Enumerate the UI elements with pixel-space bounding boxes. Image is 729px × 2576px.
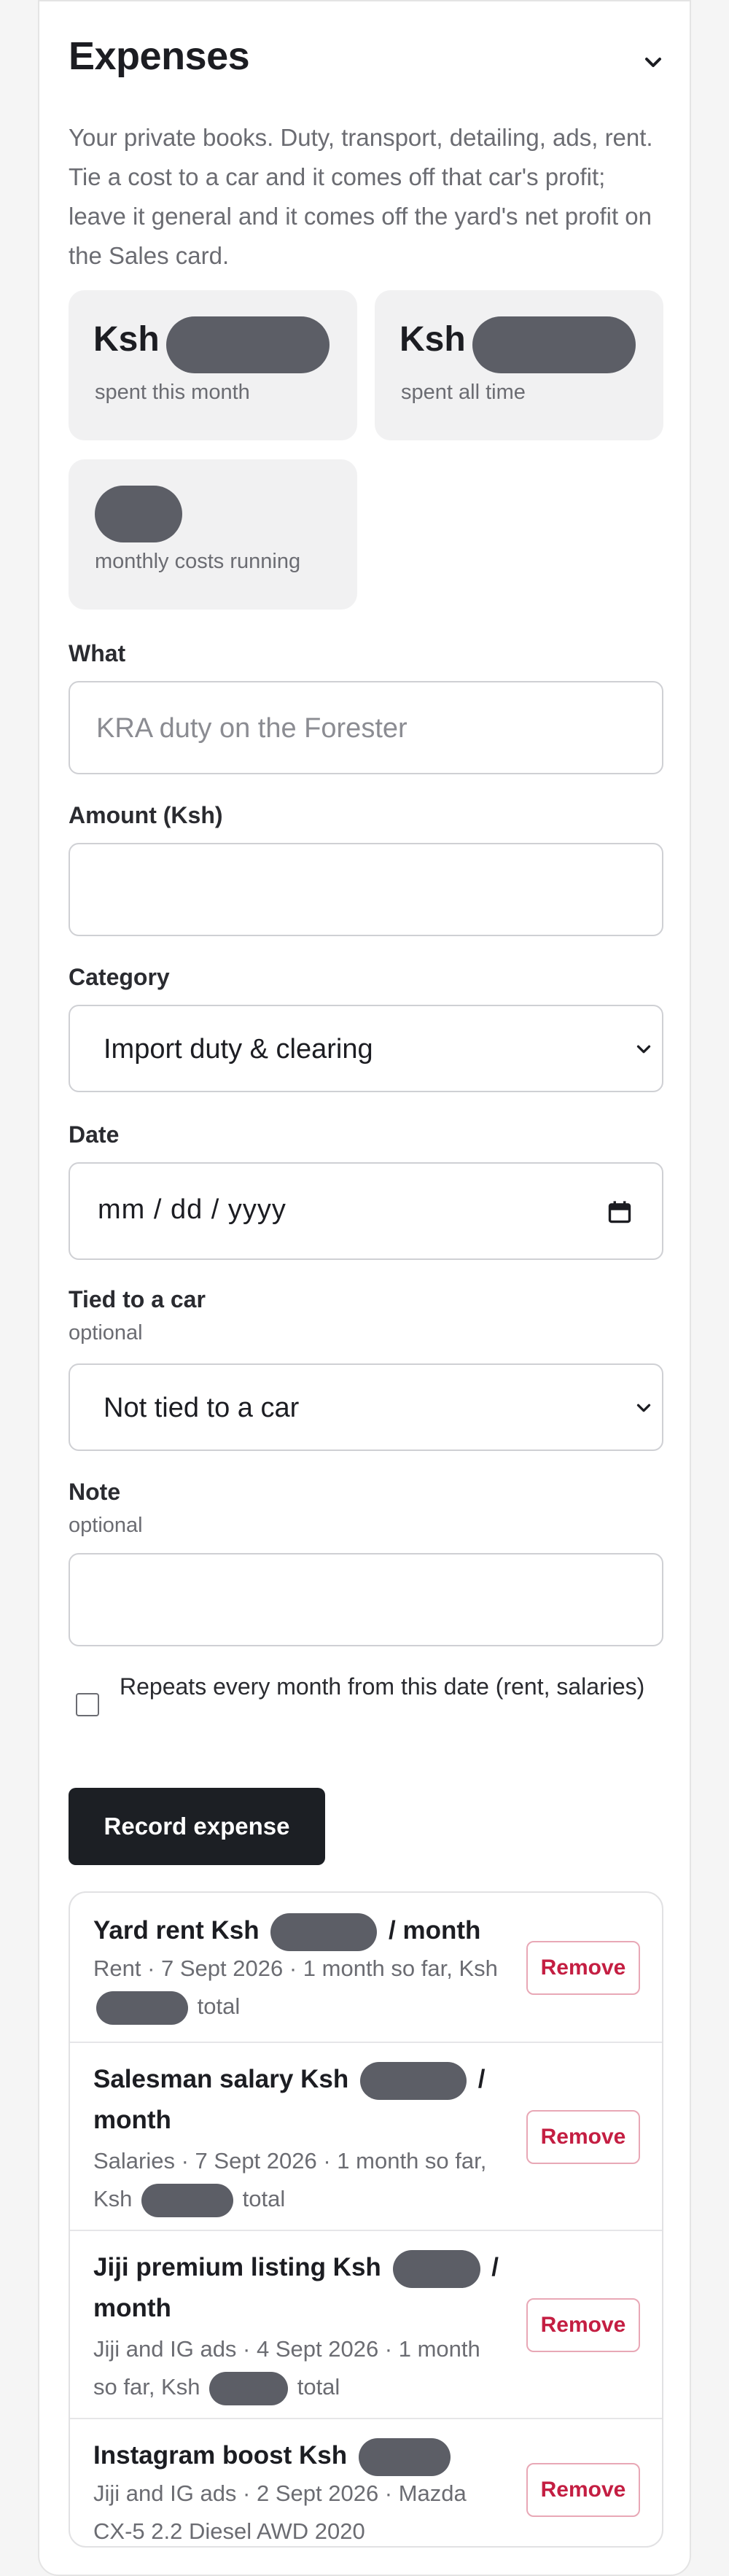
intro-text: Your private books. Duty, transport, det…	[69, 124, 653, 269]
stat-caption: spent this month	[95, 381, 250, 404]
remove-expense-button[interactable]: Remove	[526, 1941, 640, 1995]
redacted-amount	[270, 1912, 378, 1951]
remove-expense-button[interactable]: Remove	[526, 2110, 640, 2164]
stat-spent-this-month: Ksh spent this month	[69, 290, 357, 440]
redacted-amount	[359, 2061, 467, 2100]
what-placeholder: KRA duty on the Forester	[96, 713, 408, 744]
expense-meta: Jiji and IG ads · 4 Sept 2026 · 1 month …	[93, 2330, 502, 2406]
date-label: Date	[69, 1121, 120, 1148]
what-label: What	[69, 640, 126, 666]
card-title: Expenses	[69, 34, 250, 78]
stat-caption: spent all time	[401, 381, 526, 404]
car-label: Tied to a car	[69, 1286, 206, 1312]
expense-row: Instagram boost Ksh Jiji and IG ads · 2 …	[70, 2419, 662, 2546]
stat-monthly-costs-running: monthly costs running	[69, 459, 357, 610]
expense-row: Jiji premium listing Ksh / month Jiji an…	[70, 2231, 662, 2419]
category-selected-value: Import duty & clearing	[104, 1034, 373, 1065]
repeat-monthly-label[interactable]: Repeats every month from this date (rent…	[120, 1668, 659, 1705]
date-input[interactable]: mm / dd / yyyy	[69, 1162, 663, 1260]
car-optional-hint: optional	[69, 1321, 143, 1345]
expense-row: Salesman salary Ksh / month Salaries · 7…	[70, 2043, 662, 2231]
card-header[interactable]: Expenses	[69, 34, 666, 92]
redacted-amount	[358, 2437, 451, 2476]
redacted-count	[95, 486, 182, 542]
expense-title: Instagram boost Ksh	[93, 2435, 502, 2476]
stat-spent-all-time: Ksh spent all time	[375, 290, 663, 440]
chevron-down-icon[interactable]	[640, 50, 666, 76]
redacted-amount	[209, 2371, 289, 2405]
date-value: mm / dd / yyyy	[98, 1194, 286, 1225]
expense-title-prefix: Yard rent Ksh	[93, 1916, 260, 1945]
amount-input[interactable]	[69, 843, 663, 936]
note-input[interactable]	[69, 1553, 663, 1646]
expense-meta: Rent · 7 Sept 2026 · 1 month so far, Ksh…	[93, 1950, 502, 2026]
redacted-amount	[392, 2249, 480, 2288]
car-select[interactable]: Not tied to a car	[69, 1363, 663, 1451]
remove-expense-button[interactable]: Remove	[526, 2298, 640, 2352]
stat-currency: Ksh	[93, 320, 160, 359]
expense-meta-suffix: total	[242, 2186, 286, 2211]
redacted-amount	[141, 2183, 234, 2217]
expense-meta-prefix: Jiji and IG ads · 2 Sept 2026 · Mazda CX…	[93, 2480, 467, 2544]
amount-label: Amount (Ksh)	[69, 802, 223, 828]
redacted-amount	[472, 316, 636, 373]
expense-meta-suffix: total	[197, 1993, 241, 2019]
expense-title: Yard rent Ksh / month	[93, 1910, 502, 1951]
expense-row: Yard rent Ksh / month Rent · 7 Sept 2026…	[70, 1893, 662, 2043]
repeat-monthly-checkbox[interactable]	[76, 1693, 99, 1716]
expense-title-prefix: Instagram boost Ksh	[93, 2441, 348, 2470]
note-optional-hint: optional	[69, 1514, 143, 1537]
car-selected-value: Not tied to a car	[104, 1393, 300, 1423]
chevron-down-icon	[636, 1404, 651, 1412]
expense-title-suffix: / month	[389, 1916, 481, 1945]
expense-title: Salesman salary Ksh / month	[93, 2059, 502, 2141]
stat-caption: monthly costs running	[95, 550, 301, 573]
remove-expense-button[interactable]: Remove	[526, 2463, 640, 2517]
note-label: Note	[69, 1479, 121, 1505]
category-label: Category	[69, 964, 170, 990]
record-expense-button[interactable]: Record expense	[69, 1788, 325, 1865]
calendar-icon[interactable]	[607, 1199, 633, 1225]
redacted-amount	[96, 1991, 188, 2025]
category-select[interactable]: Import duty & clearing	[69, 1005, 663, 1092]
chevron-down-icon	[636, 1045, 651, 1054]
expense-meta-prefix: Rent · 7 Sept 2026 · 1 month so far, Ksh	[93, 1956, 498, 1981]
expense-title-prefix: Jiji premium listing Ksh	[93, 2253, 381, 2281]
redacted-amount	[166, 316, 330, 373]
expense-meta: Salaries · 7 Sept 2026 · 1 month so far,…	[93, 2142, 502, 2218]
expense-meta: Jiji and IG ads · 2 Sept 2026 · Mazda CX…	[93, 2475, 502, 2546]
expense-list: Yard rent Ksh / month Rent · 7 Sept 2026…	[69, 1891, 663, 2548]
expense-meta-suffix: total	[297, 2374, 340, 2400]
expenses-card: Expenses Your private books. Duty, trans…	[38, 0, 691, 2576]
expense-title-prefix: Salesman salary Ksh	[93, 2065, 349, 2093]
stat-currency: Ksh	[399, 320, 466, 359]
what-input[interactable]: KRA duty on the Forester	[69, 681, 663, 774]
expense-title: Jiji premium listing Ksh / month	[93, 2247, 502, 2329]
